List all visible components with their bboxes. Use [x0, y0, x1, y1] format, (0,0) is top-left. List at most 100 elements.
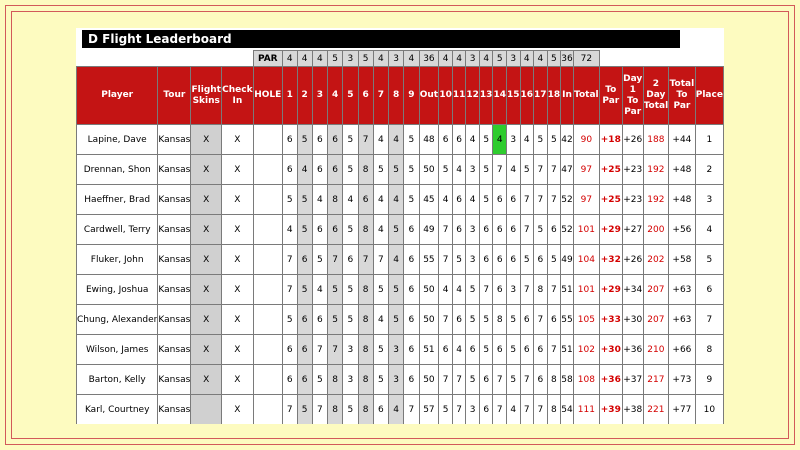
score-hole-3: 4 — [311, 274, 329, 305]
score-hole-12: 4 — [465, 184, 480, 215]
header-hole-17: 17 — [533, 66, 548, 125]
score-place: 8 — [694, 334, 724, 365]
score-hole-3: 6 — [311, 124, 329, 155]
player-name: Chung, Alexander — [76, 304, 159, 335]
player-check-in: X — [221, 214, 254, 245]
player-hole-blank — [252, 154, 283, 185]
score-hole-10: 6 — [438, 334, 453, 365]
score-hole-8: 5 — [388, 214, 405, 245]
header-hole-18: 18 — [546, 66, 562, 125]
player-flight-skins: X — [190, 124, 223, 155]
score-hole-15: 3 — [506, 124, 521, 155]
score-hole-16: 7 — [519, 274, 535, 305]
player-flight-skins — [190, 394, 223, 424]
score-place: 9 — [694, 364, 724, 395]
header-hole-11: 11 — [451, 66, 467, 125]
score-hole-17: 6 — [533, 364, 548, 395]
leaderboard-title: D Flight Leaderboard — [82, 30, 680, 48]
score-in: 52 — [560, 184, 574, 215]
score-hole-1: 4 — [281, 214, 298, 245]
score-hole-1: 5 — [281, 184, 298, 215]
score-hole-18: 5 — [546, 124, 562, 155]
par-hole-10: 4 — [438, 50, 453, 67]
score-total-to-par: +77 — [668, 394, 696, 424]
par-total: 72 — [572, 50, 600, 67]
score-hole-18: 7 — [546, 334, 562, 365]
score-hole-14: 6 — [492, 184, 507, 215]
score-hole-4: 8 — [327, 184, 344, 215]
score-day1-to-par: +36 — [621, 334, 644, 365]
score-hole-10: 7 — [438, 214, 453, 245]
header-tour: Tour — [157, 66, 192, 125]
score-hole-9: 6 — [403, 214, 420, 245]
score-day1-to-par: +38 — [621, 394, 644, 424]
score-total: 101 — [572, 214, 600, 245]
score-out: 50 — [418, 304, 440, 335]
par-hole-5: 3 — [342, 50, 359, 67]
score-hole-11: 7 — [451, 364, 467, 395]
score-hole-7: 5 — [372, 334, 390, 365]
header-hole-4: 4 — [327, 66, 344, 125]
score-hole-2: 4 — [296, 154, 313, 185]
score-hole-6: 8 — [357, 304, 374, 335]
score-total-to-par: +63 — [668, 274, 696, 305]
score-hole-16: 7 — [519, 184, 535, 215]
score-out: 48 — [418, 124, 440, 155]
score-hole-12: 5 — [465, 304, 480, 335]
score-hole-18: 7 — [546, 274, 562, 305]
score-in: 49 — [560, 244, 574, 275]
score-hole-8: 3 — [388, 334, 405, 365]
score-total-to-par: +73 — [668, 364, 696, 395]
score-hole-13: 6 — [478, 364, 494, 395]
score-hole-9: 6 — [403, 244, 420, 275]
player-name: Haeffner, Brad — [76, 184, 159, 215]
player-check-in: X — [221, 124, 254, 155]
score-place: 3 — [694, 184, 724, 215]
score-hole-8: 4 — [388, 394, 405, 424]
score-hole-6: 8 — [357, 364, 374, 395]
score-to-par: +25 — [598, 184, 623, 215]
player-name: Drennan, Shon — [76, 154, 159, 185]
score-hole-15: 5 — [506, 334, 521, 365]
score-hole-16: 7 — [519, 364, 535, 395]
score-day1-to-par: +34 — [621, 274, 644, 305]
score-hole-12: 4 — [465, 124, 480, 155]
score-hole-10: 7 — [438, 304, 453, 335]
score-total-to-par: +48 — [668, 184, 696, 215]
score-hole-1: 7 — [281, 394, 298, 424]
par-label: PAR — [252, 50, 283, 67]
score-to-par: +32 — [598, 244, 623, 275]
score-day1-to-par: +23 — [621, 184, 644, 215]
par-hole-4: 5 — [327, 50, 344, 67]
par-spacer — [622, 51, 643, 67]
score-hole-2: 5 — [296, 124, 313, 155]
par-hole-12: 3 — [465, 50, 480, 67]
player-row: Drennan, Shon Kansas X X 6 4 6 6 5 8 5 5 5 50 5 4 3 5 7 4 5 7… — [76, 154, 724, 185]
score-hole-16: 4 — [519, 124, 535, 155]
player-row: Haeffner, Brad Kansas X X 5 5 4 8 4 6 4 4 5 45 4 6 4 5 6 6 7… — [76, 184, 724, 215]
player-check-in: X — [221, 154, 254, 185]
par-hole-17: 4 — [533, 50, 548, 67]
leaderboard-table: PAR 4 4 4 5 3 5 4 3 4 36 4 4 3 4 5 3 4 4 5 36 72 Player Tour Fli… — [76, 50, 724, 424]
score-hole-11: 6 — [451, 214, 467, 245]
par-hole-2: 4 — [296, 50, 313, 67]
score-hole-10: 7 — [438, 244, 453, 275]
score-hole-5: 3 — [342, 334, 359, 365]
par-hole-9: 4 — [403, 50, 420, 67]
score-hole-15: 6 — [506, 244, 521, 275]
par-hole-18: 5 — [546, 50, 562, 67]
score-hole-18: 7 — [546, 184, 562, 215]
par-hole-8: 3 — [388, 50, 405, 67]
header-out: Out — [418, 66, 440, 125]
score-out: 50 — [418, 364, 440, 395]
score-hole-5: 5 — [342, 214, 359, 245]
header-row: Player Tour Flight Skins Check In HOLE 1 2 3 4 5 6… — [76, 66, 724, 125]
score-hole-3: 5 — [311, 244, 329, 275]
score-hole-5: 3 — [342, 364, 359, 395]
score-two-day-total: 200 — [642, 214, 670, 245]
player-check-in: X — [221, 184, 254, 215]
score-hole-3: 6 — [311, 154, 329, 185]
par-hole-1: 4 — [281, 50, 298, 67]
player-hole-blank — [252, 274, 283, 305]
player-flight-skins: X — [190, 154, 223, 185]
